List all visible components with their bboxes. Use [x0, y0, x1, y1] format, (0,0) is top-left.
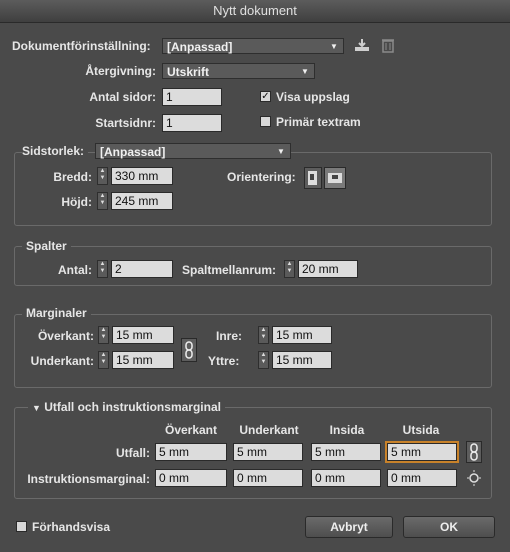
chevron-down-icon: ▼ [330, 42, 338, 51]
margin-top-stepper[interactable]: ▲ ▼ [98, 326, 109, 344]
slug-outside-input[interactable]: 0 mm [387, 469, 457, 487]
bleed-bottom-input[interactable]: 5 mm [233, 443, 303, 461]
preset-value: [Anpassad] [167, 40, 233, 54]
width-stepper[interactable]: ▲ ▼ [97, 167, 108, 185]
margin-inside-label: Inre: [216, 329, 243, 343]
facing-pages-checkbox[interactable]: ✓ [260, 91, 271, 102]
intent-label: Återgivning: [85, 64, 156, 78]
page-size-dropdown[interactable]: [Anpassad] ▼ [95, 143, 291, 159]
chevron-down-icon: ▼ [277, 147, 285, 156]
landscape-icon[interactable] [324, 167, 346, 189]
bleed-legend[interactable]: ▼ Utfall och instruktionsmarginal [28, 400, 225, 414]
window-title: Nytt dokument [0, 0, 510, 23]
page-size-label: Sidstorlek: [22, 144, 89, 158]
margin-bottom-stepper[interactable]: ▲ ▼ [98, 351, 109, 369]
margins-legend: Marginaler [22, 306, 91, 320]
gutter-input[interactable]: 20 mm [298, 260, 358, 278]
triangle-down-icon: ▼ [32, 403, 41, 413]
margin-outside-input[interactable]: 15 mm [272, 351, 332, 369]
margin-top-label: Överkant: [37, 329, 94, 343]
chain-link-icon[interactable] [466, 441, 482, 463]
margin-outside-stepper[interactable]: ▲ ▼ [258, 351, 269, 369]
start-label: Startsidnr: [95, 116, 156, 130]
margin-bottom-input[interactable]: 15 mm [112, 351, 174, 369]
start-page-input[interactable]: 1 [162, 114, 222, 132]
bleed-legend-label: Utfall och instruktionsmarginal [44, 400, 221, 414]
height-input[interactable]: 245 mm [111, 192, 173, 210]
broken-chain-icon[interactable] [466, 469, 482, 487]
margins-group [14, 314, 492, 388]
width-label: Bredd: [53, 170, 92, 184]
header-bottom: Underkant [239, 423, 299, 437]
gutter-label: Spaltmellanrum: [182, 263, 277, 277]
bleed-top-input[interactable]: 5 mm [155, 443, 227, 461]
margin-bottom-label: Underkant: [30, 354, 94, 368]
slug-top-input[interactable]: 0 mm [155, 469, 227, 487]
portrait-icon[interactable] [304, 167, 322, 189]
page-size-value: [Anpassad] [100, 145, 166, 159]
intent-dropdown[interactable]: Utskrift ▼ [162, 63, 315, 79]
header-top: Överkant [164, 423, 218, 437]
chain-link-icon[interactable] [181, 338, 197, 362]
columns-number-stepper[interactable]: ▲ ▼ [97, 260, 108, 278]
header-inside: Insida [329, 423, 365, 437]
margin-outside-label: Yttre: [208, 354, 240, 368]
pages-label: Antal sidor: [89, 90, 156, 104]
width-input[interactable]: 330 mm [111, 167, 173, 185]
page-size-group [14, 152, 492, 226]
primary-frame-label: Primär textram [276, 115, 361, 129]
save-preset-icon[interactable] [353, 37, 371, 53]
pages-input[interactable]: 1 [162, 88, 222, 106]
preview-checkbox[interactable] [16, 521, 27, 532]
columns-number-input[interactable]: 2 [111, 260, 173, 278]
margin-inside-input[interactable]: 15 mm [272, 326, 332, 344]
columns-legend: Spalter [22, 239, 71, 253]
bleed-outside-input[interactable]: 5 mm [385, 441, 459, 463]
header-outside: Utsida [402, 423, 440, 437]
slug-bottom-input[interactable]: 0 mm [233, 469, 303, 487]
slug-label: Instruktionsmarginal: [27, 472, 150, 486]
chevron-down-icon: ▼ [301, 67, 309, 76]
ok-button[interactable]: OK [403, 516, 495, 538]
height-label: Höjd: [61, 195, 92, 209]
margin-inside-stepper[interactable]: ▲ ▼ [258, 326, 269, 344]
orientation-label: Orientering: [227, 170, 296, 184]
columns-number-label: Antal: [58, 263, 92, 277]
bleed-label: Utfall: [116, 446, 150, 460]
margin-top-input[interactable]: 15 mm [112, 326, 174, 344]
preset-label: Dokumentförinställning: [12, 39, 151, 53]
gutter-stepper[interactable]: ▲ ▼ [284, 260, 295, 278]
preview-label: Förhandsvisa [32, 520, 111, 534]
height-stepper[interactable]: ▲ ▼ [97, 192, 108, 210]
delete-preset-icon[interactable] [380, 37, 396, 53]
slug-inside-input[interactable]: 0 mm [311, 469, 381, 487]
bleed-inside-input[interactable]: 5 mm [311, 443, 381, 461]
facing-pages-label: Visa uppslag [276, 90, 350, 104]
intent-value: Utskrift [167, 65, 210, 79]
preset-dropdown[interactable]: [Anpassad] ▼ [162, 38, 344, 54]
primary-frame-checkbox[interactable] [260, 116, 271, 127]
cancel-button[interactable]: Avbryt [305, 516, 393, 538]
